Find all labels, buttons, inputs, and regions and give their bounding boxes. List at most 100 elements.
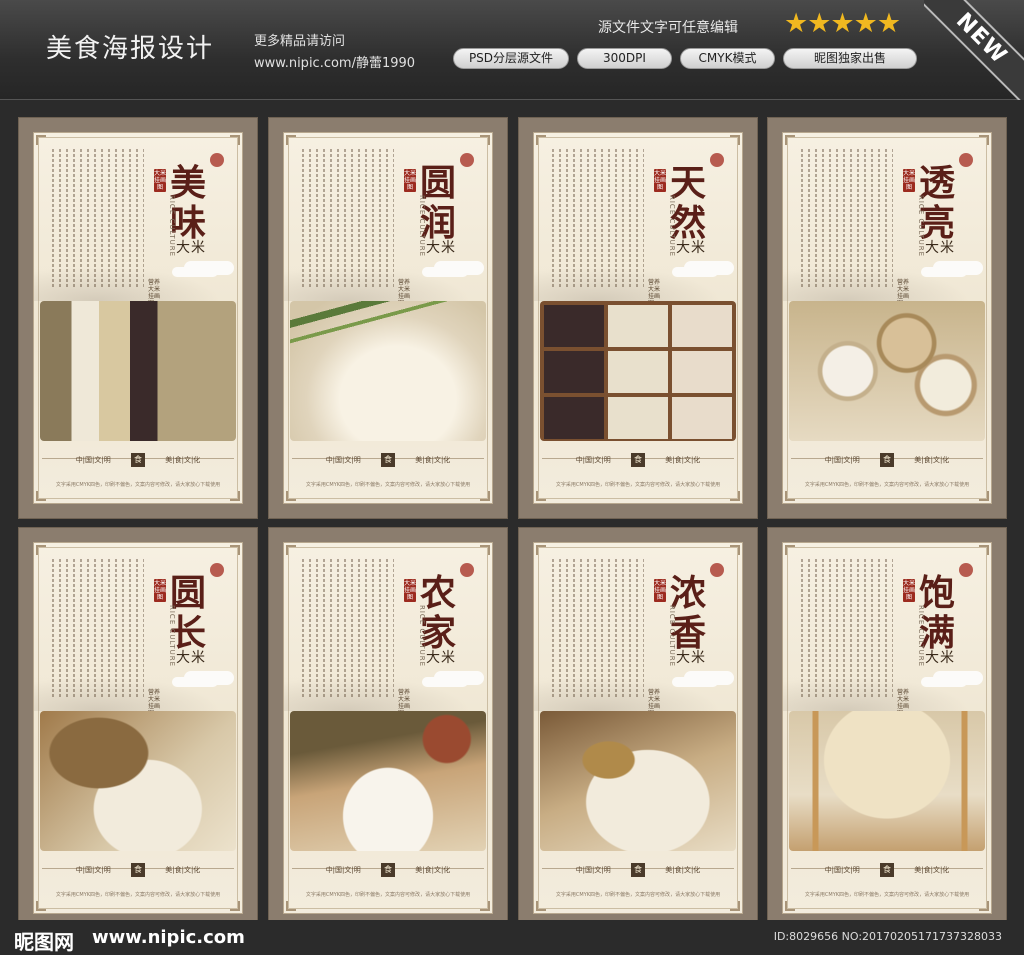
poster-frame: 营养大米挂画图 大米挂画图 美 味 大米 RICE CULTURE 中|国|文|… — [33, 132, 243, 504]
poster-footer: 中|国|文|明 食 美|食|文|化 — [284, 863, 492, 877]
poster-fineprint: 文字采用CMYK四色，印刷不偏色，文案内容可修改，请大家放心下载使用 — [55, 892, 221, 898]
corner-ornament-icon — [480, 545, 490, 555]
poster-card[interactable]: 营养大米挂画图 大米挂画图 农 家 大米 RICE CULTURE 中|国|文|… — [268, 527, 508, 929]
red-stamp-icon — [460, 563, 474, 577]
tag-list: PSD分层源文件 300DPI CMYK模式 昵图独家出售 — [453, 48, 917, 69]
rice-culture-label: RICE CULTURE — [168, 195, 176, 258]
corner-ornament-icon — [36, 901, 46, 911]
corner-ornament-icon — [730, 901, 740, 911]
tag-exclusive: 昵图独家出售 — [783, 48, 917, 69]
tag-cmyk: CMYK模式 — [680, 48, 775, 69]
corner-ornament-icon — [785, 901, 795, 911]
footer-left-text: 中|国|文|明 — [575, 456, 611, 464]
corner-ornament-icon — [785, 491, 795, 501]
site-url[interactable]: www.nipic.com — [92, 927, 245, 948]
footer-left-text: 中|国|文|明 — [575, 866, 611, 874]
poster-footer: 中|国|文|明 食 美|食|文|化 — [534, 863, 742, 877]
poster-fineprint: 文字采用CMYK四色，印刷不偏色，文案内容可修改，请大家放心下载使用 — [305, 482, 471, 488]
editable-note: 源文件文字可任意编辑 — [598, 20, 738, 36]
new-ribbon-label: NEW — [924, 0, 1024, 100]
poster-card[interactable]: 营养大米挂画图 大米挂画图 浓 香 大米 RICE CULTURE 中|国|文|… — [518, 527, 758, 929]
poster-frame: 营养大米挂画图 大米挂画图 圆 长 大米 RICE CULTURE 中|国|文|… — [33, 542, 243, 914]
footer-right-text: 美|食|文|化 — [665, 866, 701, 874]
rice-culture-label: RICE CULTURE — [418, 605, 426, 668]
header-bar: 美食海报设计 更多精品请访问 www.nipic.com/静蕾1990 源文件文… — [0, 0, 1024, 100]
rice-culture-label: RICE CULTURE — [668, 605, 676, 668]
footer-right-text: 美|食|文|化 — [914, 866, 950, 874]
poster-subtitle: 大米 — [426, 240, 456, 256]
vertical-text-block — [801, 149, 893, 289]
author-url[interactable]: www.nipic.com/静蕾1990 — [254, 52, 415, 71]
footer-left-text: 中|国|文|明 — [824, 866, 860, 874]
footer-left-text: 中|国|文|明 — [824, 456, 860, 464]
new-ribbon: NEW — [924, 0, 1024, 100]
rice-photo — [40, 711, 236, 851]
poster-card[interactable]: 营养大米挂画图 大米挂画图 天 然 大米 RICE CULTURE 中|国|文|… — [518, 117, 758, 519]
more-text: 更多精品请访问 — [254, 34, 346, 49]
vertical-text-block — [552, 149, 644, 289]
footer-right-text: 美|食|文|化 — [415, 456, 451, 464]
corner-ornament-icon — [230, 901, 240, 911]
poster-frame: 营养大米挂画图 大米挂画图 圆 润 大米 RICE CULTURE 中|国|文|… — [283, 132, 493, 504]
tag-dpi: 300DPI — [577, 48, 672, 69]
food-badge-icon: 食 — [631, 863, 645, 877]
red-stamp-icon — [210, 563, 224, 577]
poster-footer: 中|国|文|明 食 美|食|文|化 — [34, 863, 242, 877]
cloud-icon — [684, 261, 734, 275]
corner-ornament-icon — [979, 135, 989, 145]
red-stamp-icon — [210, 153, 224, 167]
red-stamp-icon — [710, 563, 724, 577]
vertical-text-block — [52, 559, 144, 699]
corner-ornament-icon — [536, 135, 546, 145]
rating-stars-icon: ★★★★★ — [784, 8, 901, 39]
poster-subtitle: 大米 — [176, 650, 206, 666]
rice-photo — [290, 301, 486, 441]
poster-frame: 营养大米挂画图 大米挂画图 浓 香 大米 RICE CULTURE 中|国|文|… — [533, 542, 743, 914]
corner-ornament-icon — [230, 545, 240, 555]
corner-ornament-icon — [36, 545, 46, 555]
poster-fineprint: 文字采用CMYK四色，印刷不偏色，文案内容可修改，请大家放心下载使用 — [804, 892, 970, 898]
corner-ornament-icon — [536, 491, 546, 501]
red-stamp-icon — [959, 563, 973, 577]
rice-culture-label: RICE CULTURE — [168, 605, 176, 668]
corner-ornament-icon — [536, 545, 546, 555]
poster-subtitle: 大米 — [676, 650, 706, 666]
footer-right-text: 美|食|文|化 — [415, 866, 451, 874]
poster-footer: 中|国|文|明 食 美|食|文|化 — [284, 453, 492, 467]
poster-fineprint: 文字采用CMYK四色，印刷不偏色，文案内容可修改，请大家放心下载使用 — [804, 482, 970, 488]
cloud-icon — [933, 671, 983, 685]
corner-ornament-icon — [286, 135, 296, 145]
corner-ornament-icon — [536, 901, 546, 911]
cloud-icon — [184, 261, 234, 275]
rice-culture-label: RICE CULTURE — [418, 195, 426, 258]
cloud-icon — [184, 671, 234, 685]
corner-ornament-icon — [230, 491, 240, 501]
vertical-text-block — [801, 559, 893, 699]
corner-ornament-icon — [730, 135, 740, 145]
poster-card[interactable]: 营养大米挂画图 大米挂画图 圆 长 大米 RICE CULTURE 中|国|文|… — [18, 527, 258, 929]
poster-frame: 营养大米挂画图 大米挂画图 天 然 大米 RICE CULTURE 中|国|文|… — [533, 132, 743, 504]
site-logo[interactable]: 昵图网 — [14, 926, 74, 955]
corner-ornament-icon — [286, 491, 296, 501]
footer-left-text: 中|国|文|明 — [75, 866, 111, 874]
poster-card[interactable]: 营养大米挂画图 大米挂画图 饱 满 大米 RICE CULTURE 中|国|文|… — [767, 527, 1007, 929]
corner-ornament-icon — [979, 491, 989, 501]
page-title: 美食海报设计 — [46, 34, 215, 64]
food-badge-icon: 食 — [880, 453, 894, 467]
cloud-icon — [434, 671, 484, 685]
poster-card[interactable]: 营养大米挂画图 大米挂画图 透 亮 大米 RICE CULTURE 中|国|文|… — [767, 117, 1007, 519]
cloud-icon — [933, 261, 983, 275]
vertical-text-block — [302, 559, 394, 699]
food-badge-icon: 食 — [381, 453, 395, 467]
rice-culture-label: RICE CULTURE — [668, 195, 676, 258]
corner-ornament-icon — [785, 545, 795, 555]
cloud-icon — [434, 261, 484, 275]
poster-frame: 营养大米挂画图 大米挂画图 饱 满 大米 RICE CULTURE 中|国|文|… — [782, 542, 992, 914]
poster-card[interactable]: 营养大米挂画图 大米挂画图 圆 润 大米 RICE CULTURE 中|国|文|… — [268, 117, 508, 519]
corner-ornament-icon — [730, 545, 740, 555]
corner-ornament-icon — [979, 901, 989, 911]
poster-card[interactable]: 营养大米挂画图 大米挂画图 美 味 大米 RICE CULTURE 中|国|文|… — [18, 117, 258, 519]
rice-culture-label: RICE CULTURE — [917, 195, 925, 258]
poster-footer: 中|国|文|明 食 美|食|文|化 — [34, 453, 242, 467]
food-badge-icon: 食 — [880, 863, 894, 877]
